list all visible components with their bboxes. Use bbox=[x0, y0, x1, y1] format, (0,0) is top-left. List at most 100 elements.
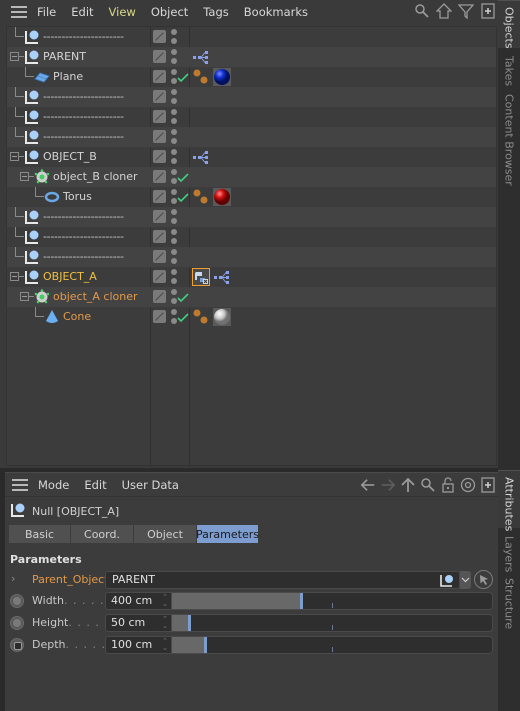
pick-object-button[interactable] bbox=[474, 570, 493, 589]
material-tag-icon[interactable] bbox=[213, 188, 231, 206]
object-name[interactable]: ---------------------- bbox=[43, 210, 124, 223]
layer-toggle-icon[interactable] bbox=[153, 130, 166, 143]
depth-slider[interactable] bbox=[172, 636, 493, 654]
object-row[interactable]: ---------------------- bbox=[7, 27, 496, 47]
phong-tag-icon[interactable] bbox=[192, 188, 210, 206]
object-name[interactable]: ---------------------- bbox=[43, 90, 124, 103]
hierarchy-tag-icon[interactable] bbox=[192, 148, 210, 166]
hamburger-menu-icon[interactable] bbox=[12, 478, 28, 491]
visibility-dots-icon[interactable] bbox=[171, 269, 177, 285]
object-name[interactable]: ---------------------- bbox=[43, 250, 124, 263]
layer-toggle-icon[interactable] bbox=[153, 210, 166, 223]
object-name[interactable]: Cone bbox=[63, 310, 91, 323]
tab-content-browser[interactable]: Content Browser bbox=[498, 88, 520, 188]
layer-toggle-icon[interactable] bbox=[153, 230, 166, 243]
slider-knob[interactable] bbox=[204, 637, 207, 653]
hierarchy-tag-icon[interactable] bbox=[192, 48, 210, 66]
enabled-check-icon[interactable] bbox=[176, 290, 190, 304]
object-row[interactable]: ---------------------- bbox=[7, 247, 496, 267]
visibility-dots-icon[interactable] bbox=[171, 29, 177, 45]
layer-toggle-icon[interactable] bbox=[153, 250, 166, 263]
collapse-toggle-icon[interactable] bbox=[10, 152, 19, 161]
object-name[interactable]: PARENT bbox=[43, 50, 86, 63]
hierarchy-tag-icon[interactable] bbox=[213, 268, 231, 286]
tab-object[interactable]: Object bbox=[134, 525, 197, 543]
lock-icon[interactable] bbox=[440, 477, 456, 493]
height-input[interactable]: 50 cm ⌃ ⌄ bbox=[105, 614, 172, 632]
menu-file[interactable]: File bbox=[37, 5, 56, 19]
phong-tag-icon[interactable] bbox=[192, 308, 210, 326]
object-row[interactable]: OBJECT_B bbox=[7, 147, 496, 167]
spinner-icon[interactable]: ⌃ ⌄ bbox=[161, 638, 169, 652]
visibility-dots-icon[interactable] bbox=[171, 49, 177, 65]
enabled-check-icon[interactable] bbox=[176, 310, 190, 324]
tab-parameters[interactable]: Parameters bbox=[196, 525, 259, 543]
layer-toggle-icon[interactable] bbox=[153, 50, 166, 63]
layer-toggle-icon[interactable] bbox=[153, 70, 166, 83]
keyframe-toggle-icon[interactable] bbox=[10, 594, 24, 608]
python-tag-icon[interactable] bbox=[192, 268, 210, 286]
back-arrow-icon[interactable] bbox=[360, 477, 376, 493]
collapse-toggle-icon[interactable] bbox=[10, 272, 19, 281]
object-row[interactable]: Cone bbox=[7, 307, 496, 327]
height-slider[interactable] bbox=[172, 614, 493, 632]
new-window-icon[interactable] bbox=[480, 477, 496, 493]
width-input[interactable]: 400 cm ⌃ ⌄ bbox=[105, 592, 172, 610]
width-slider[interactable] bbox=[172, 592, 493, 610]
object-name[interactable]: Torus bbox=[63, 190, 92, 203]
layer-toggle-icon[interactable] bbox=[153, 90, 166, 103]
tab-coord[interactable]: Coord. bbox=[71, 525, 134, 543]
menu-tags[interactable]: Tags bbox=[203, 5, 228, 19]
object-row[interactable]: object_A cloner bbox=[7, 287, 496, 307]
object-name[interactable]: ---------------------- bbox=[43, 230, 124, 243]
layer-toggle-icon[interactable] bbox=[153, 190, 166, 203]
menu-view[interactable]: View bbox=[109, 5, 136, 19]
expand-chevron-icon[interactable]: › bbox=[11, 572, 15, 585]
object-name[interactable]: ---------------------- bbox=[43, 110, 124, 123]
target-icon[interactable] bbox=[460, 477, 476, 493]
visibility-dots-icon[interactable] bbox=[171, 89, 177, 105]
search-icon[interactable] bbox=[420, 477, 436, 493]
object-name[interactable]: Plane bbox=[53, 70, 83, 83]
layer-toggle-icon[interactable] bbox=[153, 270, 166, 283]
object-name[interactable]: ---------------------- bbox=[43, 30, 124, 43]
layer-toggle-icon[interactable] bbox=[153, 110, 166, 123]
object-row[interactable]: ---------------------- bbox=[7, 127, 496, 147]
menu-object[interactable]: Object bbox=[151, 5, 188, 19]
search-icon[interactable] bbox=[414, 3, 430, 19]
parent-object-field[interactable]: PARENT bbox=[105, 571, 460, 589]
visibility-dots-icon[interactable] bbox=[171, 229, 177, 245]
spinner-icon[interactable]: ⌃ ⌄ bbox=[161, 616, 169, 630]
object-row[interactable]: ---------------------- bbox=[7, 227, 496, 247]
up-arrow-icon[interactable] bbox=[400, 477, 416, 493]
layer-toggle-icon[interactable] bbox=[153, 310, 166, 323]
home-icon[interactable] bbox=[436, 3, 452, 19]
new-window-icon[interactable] bbox=[480, 3, 496, 19]
object-name[interactable]: OBJECT_B bbox=[43, 150, 97, 163]
object-row[interactable]: object_B cloner bbox=[7, 167, 496, 187]
object-row[interactable]: OBJECT_A bbox=[7, 267, 496, 287]
collapse-toggle-icon[interactable] bbox=[10, 52, 19, 61]
collapse-toggle-icon[interactable] bbox=[20, 172, 29, 181]
layer-toggle-icon[interactable] bbox=[153, 290, 166, 303]
tab-attributes[interactable]: Attributes bbox=[498, 470, 520, 531]
material-tag-icon[interactable] bbox=[213, 308, 231, 326]
enabled-check-icon[interactable] bbox=[176, 170, 190, 184]
slider-knob[interactable] bbox=[300, 593, 303, 609]
visibility-dots-icon[interactable] bbox=[171, 129, 177, 145]
object-row[interactable]: Plane bbox=[7, 67, 496, 87]
object-name[interactable]: object_B cloner bbox=[53, 170, 138, 183]
object-row[interactable]: ---------------------- bbox=[7, 207, 496, 227]
collapse-toggle-icon[interactable] bbox=[20, 292, 29, 301]
visibility-dots-icon[interactable] bbox=[171, 209, 177, 225]
tab-objects[interactable]: Objects bbox=[498, 0, 520, 49]
object-name[interactable]: OBJECT_A bbox=[43, 270, 97, 283]
layer-toggle-icon[interactable] bbox=[153, 170, 166, 183]
menu-edit[interactable]: Edit bbox=[71, 5, 93, 19]
menu-user-data[interactable]: User Data bbox=[122, 478, 179, 492]
link-dropdown-button[interactable] bbox=[460, 571, 471, 589]
menu-bookmarks[interactable]: Bookmarks bbox=[244, 5, 308, 19]
slider-knob[interactable] bbox=[188, 615, 191, 631]
keyframe-toggle-icon[interactable] bbox=[10, 638, 24, 652]
object-name[interactable]: object_A cloner bbox=[53, 290, 138, 303]
